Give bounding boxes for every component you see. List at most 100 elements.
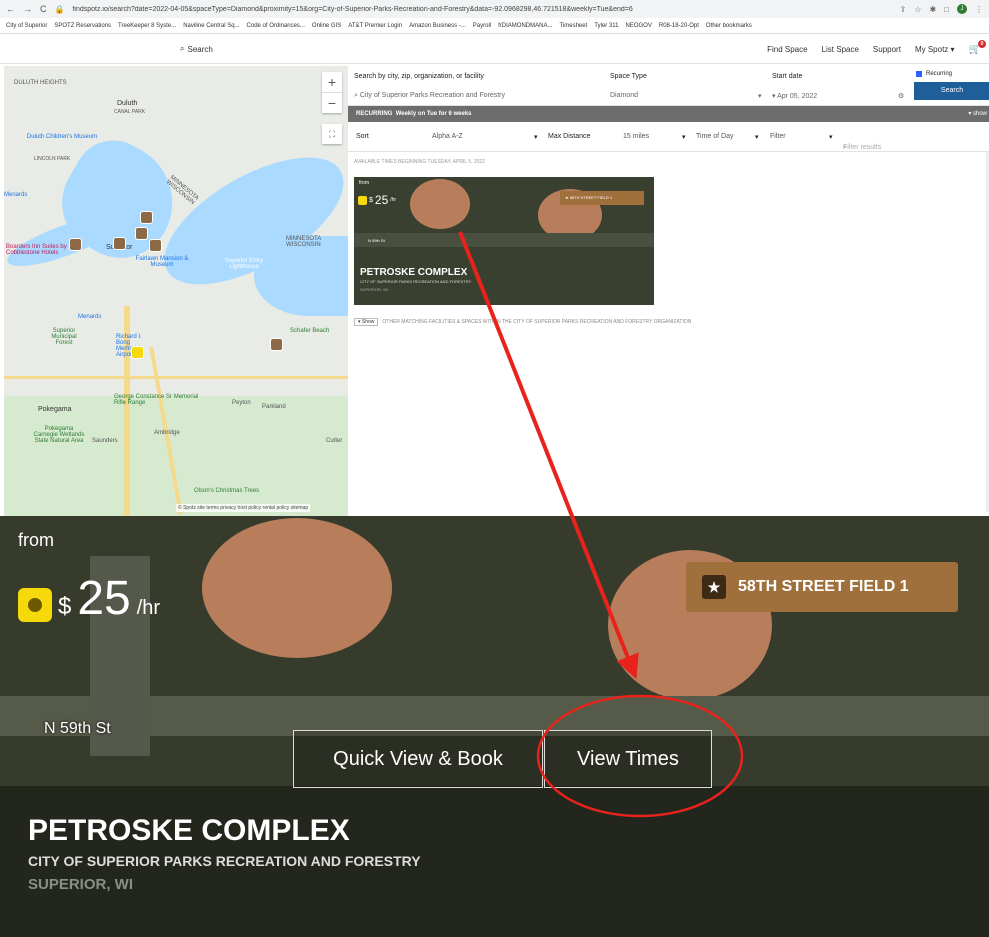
price-unit: /hr	[136, 597, 161, 619]
facility-card[interactable]: from $25/hr ★ 58TH STREET FIELD 1 N 59th…	[354, 177, 654, 305]
from-label: from	[359, 180, 369, 186]
facility-org: CITY OF SUPERIOR PARKS RECREATION AND FO…	[28, 853, 421, 869]
window-icon[interactable]: □	[944, 5, 949, 14]
bookmark-item[interactable]: frDIAMONDMANA...	[498, 23, 552, 29]
road-image	[354, 233, 654, 247]
bookmark-item[interactable]: City of Superior	[6, 23, 47, 29]
recurring-show-toggle[interactable]: ▾ show	[968, 106, 987, 122]
start-date-text: Apr 05, 2022	[777, 93, 818, 100]
bookmark-item[interactable]: Payroll	[473, 23, 491, 29]
street-label: N 59th St	[368, 238, 385, 243]
screenshot-root: ← → C 🔒 findspotz.io/search?date=2022-04…	[0, 0, 989, 937]
map-label: Saunders	[92, 438, 118, 444]
recurring-checkbox[interactable]	[916, 71, 922, 77]
price-badge-icon	[358, 195, 367, 205]
site-header: ⌕ Search Find Space List Space Support M…	[0, 34, 989, 64]
bookmark-item[interactable]: Timesheet	[559, 23, 587, 29]
bookmark-item[interactable]: Other bookmarks	[706, 23, 752, 29]
share-icon[interactable]: ⇪	[900, 5, 907, 14]
map-label: Superior Entry Lighthouse	[224, 258, 264, 270]
street-label: N 59th St	[44, 720, 111, 737]
time-of-day-select[interactable]: Time of Day	[696, 133, 733, 140]
map-label: Ambridge	[154, 430, 180, 436]
sort-filter-row: Sort Alpha A-Z ▾ Max Distance 15 miles ▾…	[348, 122, 989, 152]
currency: $	[369, 196, 373, 204]
facility-map-pin[interactable]	[150, 240, 161, 251]
search-form: Search by city, zip, organization, or fa…	[348, 66, 989, 106]
map-label: Duluth Children's Museum	[26, 134, 98, 140]
bookmark-item[interactable]: AT&T Premier Login	[348, 23, 402, 29]
menu-icon[interactable]: ⋮	[975, 5, 983, 14]
space-type-value: Diamond	[610, 92, 639, 99]
star-icon[interactable]: ☆	[914, 5, 921, 14]
facility-map-pin[interactable]	[271, 339, 282, 350]
view-times-button[interactable]: View Times	[544, 730, 712, 788]
field-tag[interactable]: ★ 58TH STREET FIELD 1	[560, 191, 644, 205]
support-link[interactable]: Support	[873, 45, 901, 54]
bookmark-item[interactable]: NEOGOV	[626, 23, 652, 29]
facility-map-pin[interactable]	[141, 212, 152, 223]
find-space-link[interactable]: Find Space	[767, 45, 807, 54]
currency: $	[58, 593, 72, 620]
sort-select[interactable]: Alpha A-Z	[432, 133, 463, 140]
map-label: Cutter	[326, 438, 343, 444]
zoomed-price: $ 25 /hr	[18, 575, 161, 623]
bookmark-item[interactable]: TreeKeeper 8 Syste...	[118, 23, 176, 29]
recurring-group: Recurring Search	[914, 68, 989, 102]
bookmark-item[interactable]: R08-18-20-Opt	[659, 23, 699, 29]
other-facilities-row: ▾ Show OTHER MATCHING FACILITIES & SPACES…	[354, 318, 691, 326]
zoom-control: + −	[322, 72, 342, 113]
location-text: City of Superior Parks Recreation and Fo…	[359, 92, 505, 99]
facility-map-pin[interactable]	[136, 228, 147, 239]
back-icon[interactable]: ←	[6, 4, 15, 14]
list-space-link[interactable]: List Space	[822, 45, 859, 54]
map-label: CANAL PARK	[114, 109, 146, 115]
selected-facility-pin[interactable]	[132, 347, 143, 358]
facility-name[interactable]: PETROSKE COMPLEX	[360, 267, 467, 278]
gear-icon[interactable]: ⚙	[898, 92, 904, 100]
bookmark-item[interactable]: Amazon Business -...	[409, 23, 466, 29]
reload-icon[interactable]: C	[40, 4, 47, 14]
facility-map-pin[interactable]	[70, 239, 81, 250]
forward-icon[interactable]: →	[23, 4, 32, 14]
extensions-icon[interactable]: ✱	[929, 5, 936, 14]
quick-view-book-button[interactable]: Quick View & Book	[293, 730, 543, 788]
facility-name[interactable]: PETROSKE COMPLEX	[28, 814, 350, 848]
fullscreen-icon[interactable]: ⛶	[322, 124, 342, 144]
bookmark-item[interactable]: Code of Ordinances...	[247, 23, 305, 29]
bookmark-item[interactable]: Naviline Central Sq...	[183, 23, 239, 29]
location-value: ⌕ City of Superior Parks Recreation and …	[354, 92, 505, 100]
map-label: Menards	[4, 192, 28, 198]
zoom-out-button[interactable]: −	[322, 92, 342, 113]
header-links: Find Space List Space Support My Spotz ▾…	[767, 40, 989, 55]
chevron-down-icon: ▾	[534, 134, 538, 141]
infield-image	[410, 179, 470, 229]
url-field[interactable]: findspotz.io/search?date=2022-04-05&spac…	[72, 6, 891, 13]
space-type-label: Space Type	[610, 73, 647, 80]
map-label: Menards	[78, 314, 102, 320]
other-facilities-text: OTHER MATCHING FACILITIES & SPACES WITHI…	[382, 319, 692, 325]
field-tag[interactable]: ★ 58TH STREET FIELD 1	[686, 562, 958, 612]
bookmark-item[interactable]: Online GIS	[312, 23, 341, 29]
profile-avatar[interactable]: J	[957, 4, 967, 14]
filter-placeholder: Filter results	[843, 144, 882, 151]
price-amount: 25	[374, 193, 389, 207]
cart-icon[interactable]: 🛒 0	[969, 40, 986, 55]
header-search[interactable]: ⌕ Search	[180, 44, 213, 54]
map[interactable]: DULUTH HEIGHTS Duluth CANAL PARK Duluth …	[4, 66, 348, 516]
recurring-label: Recurring	[926, 71, 953, 77]
filter-select[interactable]: Filter	[770, 133, 786, 140]
facility-map-pin[interactable]	[114, 238, 125, 249]
field-tag-text: 58TH STREET FIELD 1	[569, 195, 613, 200]
my-spotz-menu[interactable]: My Spotz ▾	[915, 45, 955, 54]
distance-select[interactable]: 15 miles	[623, 133, 649, 140]
search-button[interactable]: Search	[914, 82, 989, 100]
bookmark-item[interactable]: SPOTZ Reservations	[54, 23, 111, 29]
map-label: Boarders Inn Suites by Cobblestone Hotel…	[6, 244, 67, 256]
facility-org: CITY OF SUPERIOR PARKS RECREATION AND FO…	[360, 279, 472, 284]
show-button[interactable]: ▾ Show	[354, 318, 379, 326]
zoom-in-button[interactable]: +	[322, 72, 342, 92]
results-panel: Search by city, zip, organization, or fa…	[348, 66, 989, 516]
bookmark-item[interactable]: Tyler 311	[594, 23, 618, 29]
facility-location: SUPERIOR, WI	[360, 287, 389, 292]
